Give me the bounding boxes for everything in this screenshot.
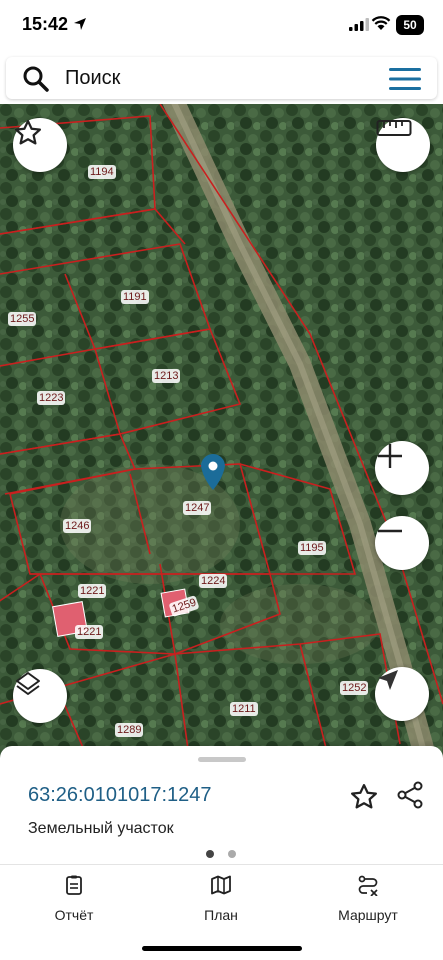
plot-label[interactable]: 1223 <box>37 391 66 405</box>
plot-label[interactable]: 1191 <box>121 290 149 304</box>
page-indicator-inactive[interactable] <box>228 850 236 858</box>
plot-label[interactable]: 1252 <box>340 681 369 695</box>
parcel-type: Земельный участок <box>28 820 174 837</box>
tab-report-label: Отчёт <box>54 907 94 923</box>
plot-label[interactable]: 1221 <box>75 625 104 639</box>
plot-label[interactable]: 1224 <box>199 574 228 588</box>
plot-label[interactable]: 1213 <box>152 369 181 383</box>
plot-label[interactable]: 1195 <box>298 541 326 555</box>
sheet-drag-handle[interactable] <box>198 757 246 762</box>
cellular-signal-icon <box>349 18 369 31</box>
battery-level: 50 <box>396 15 424 35</box>
tab-plan-label: План <box>204 907 238 923</box>
plot-label[interactable]: 1221 <box>78 584 107 598</box>
layers-icon <box>16 672 40 695</box>
status-bar: 15:42 50 <box>0 0 443 52</box>
cadastral-number[interactable]: 63:26:0101017:1247 <box>28 784 212 807</box>
plot-label[interactable]: 1289 <box>115 723 144 737</box>
report-icon <box>66 875 82 895</box>
tab-route-label: Маршрут <box>338 907 398 923</box>
favorite-button[interactable] <box>13 118 67 172</box>
search-icon[interactable] <box>22 65 50 93</box>
tab-report[interactable]: Отчёт <box>14 874 134 923</box>
navigation-arrow-icon <box>378 670 398 690</box>
plot-label[interactable]: 1194 <box>88 165 116 179</box>
location-arrow-icon <box>74 18 86 30</box>
plot-label[interactable]: 1247 <box>183 501 212 515</box>
zoom-out-button[interactable] <box>375 516 429 570</box>
zoom-in-button[interactable] <box>375 441 429 495</box>
ruler-icon <box>376 120 412 136</box>
home-indicator[interactable] <box>142 946 302 951</box>
plus-icon <box>378 444 402 468</box>
favorite-star-icon[interactable] <box>349 782 379 812</box>
share-icon[interactable] <box>395 780 425 810</box>
divider <box>0 864 443 865</box>
place-details-sheet[interactable]: 63:26:0101017:1247 Земельный участок Отч… <box>0 746 443 960</box>
status-time: 15:42 <box>22 14 69 34</box>
minus-icon <box>378 529 402 533</box>
route-icon <box>358 875 378 897</box>
my-location-button[interactable] <box>375 667 429 721</box>
page-indicator-active <box>206 850 214 858</box>
search-bar[interactable]: Поиск <box>6 57 437 99</box>
map-plan-icon <box>211 875 231 895</box>
tab-route[interactable]: Маршрут <box>308 874 428 923</box>
map-canvas[interactable] <box>0 104 443 764</box>
tab-plan[interactable]: План <box>161 874 281 923</box>
search-input[interactable]: Поиск <box>65 67 120 90</box>
satellite-map[interactable]: 1194 1191 1255 1213 1223 1247 1246 1195 … <box>0 104 443 764</box>
plot-label[interactable]: 1211 <box>230 702 258 716</box>
ruler-button[interactable] <box>376 118 430 172</box>
layers-button[interactable] <box>13 669 67 723</box>
star-outline-icon <box>15 120 41 145</box>
plot-label[interactable]: 1246 <box>63 519 92 533</box>
plot-label[interactable]: 1255 <box>8 312 37 326</box>
wifi-icon <box>371 16 391 30</box>
hamburger-menu-icon[interactable] <box>389 67 421 91</box>
